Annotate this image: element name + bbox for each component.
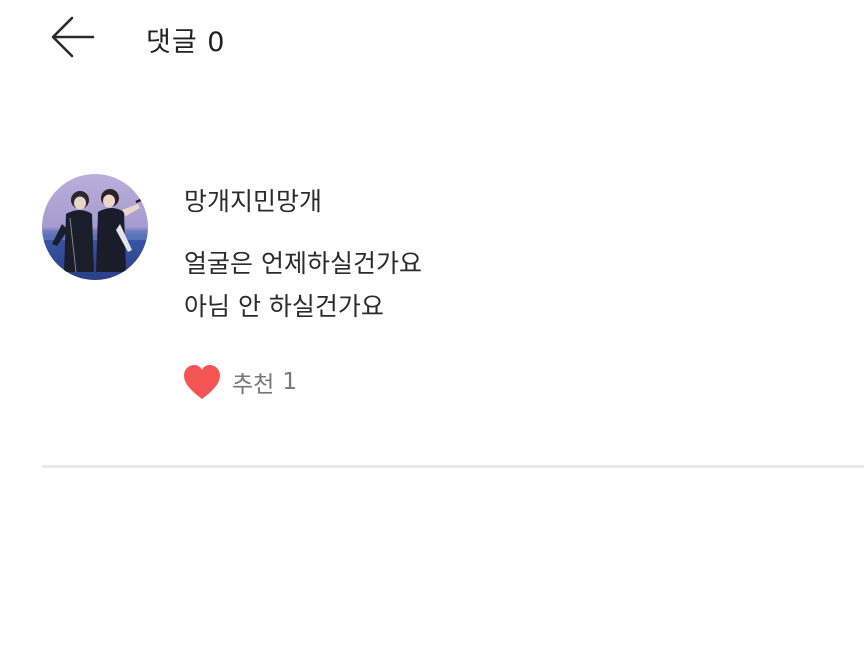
comment-body: 얼굴은 언제하실건가요 아님 안 하실건가요 xyxy=(184,242,422,328)
like-label: 추천 xyxy=(232,372,275,398)
arrow-left-icon xyxy=(51,16,95,58)
back-button[interactable] xyxy=(44,12,100,62)
like-button[interactable]: 추천 1 xyxy=(182,362,297,402)
comment-line: 얼굴은 언제하실건가요 xyxy=(184,249,422,278)
comment-author[interactable]: 망개지민망개 xyxy=(184,182,322,218)
comments-page: 댓글 0 망개지민망개 얼굴은 언제하실건가요 아님 안 하실건가요 추천 1 xyxy=(0,0,864,648)
comment-line: 아님 안 하실건가요 xyxy=(184,292,384,321)
heart-icon xyxy=(182,363,222,401)
like-count: 1 xyxy=(282,369,297,395)
avatar-image xyxy=(42,174,148,280)
page-title: 댓글 0 xyxy=(146,27,226,58)
divider xyxy=(42,465,864,468)
header-bar: 댓글 0 xyxy=(0,0,864,80)
user-avatar[interactable] xyxy=(42,174,148,280)
